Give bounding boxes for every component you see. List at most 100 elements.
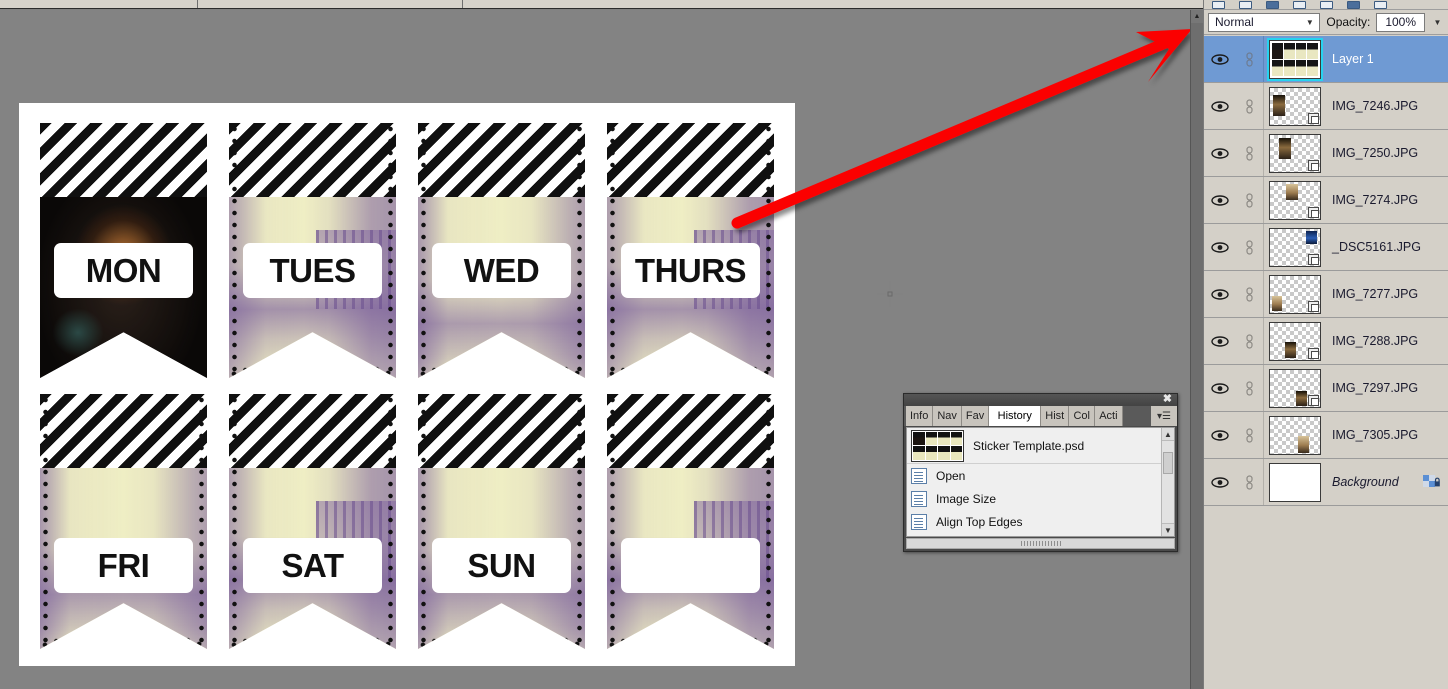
chevron-down-icon[interactable]: ▼	[1302, 14, 1317, 31]
layer-visibility-toggle[interactable]	[1204, 429, 1236, 441]
scroll-up-icon[interactable]: ▲	[1191, 10, 1203, 23]
layer-link-toggle[interactable]	[1236, 177, 1264, 223]
history-state-open[interactable]: Open	[907, 464, 1174, 487]
layer-thumbnail-cell[interactable]	[1264, 86, 1326, 126]
layer-name-cell[interactable]: _DSC5161.JPG	[1326, 240, 1421, 254]
layer-row[interactable]: IMG_7288.JPG	[1204, 318, 1448, 365]
layer-link-toggle[interactable]	[1236, 83, 1264, 129]
canvas-vertical-scrollbar[interactable]: ▲	[1190, 10, 1203, 689]
close-icon[interactable]: ✖	[1163, 393, 1172, 405]
layer-link-toggle[interactable]	[1236, 318, 1264, 364]
layer-row[interactable]: IMG_7305.JPG	[1204, 412, 1448, 459]
sticker-card-sun[interactable]: SUN	[412, 388, 591, 651]
layer-link-toggle[interactable]	[1236, 459, 1264, 505]
scroll-down-icon[interactable]: ▼	[1162, 523, 1174, 536]
palette-title-bar[interactable]: ✖	[904, 393, 1177, 406]
layer-row[interactable]: Background	[1204, 459, 1448, 506]
layer-visibility-toggle[interactable]	[1204, 382, 1236, 394]
sticker-card-blank[interactable]	[601, 388, 780, 651]
document-tab-2[interactable]	[198, 0, 463, 8]
sticker-card-thurs[interactable]: THURS	[601, 117, 780, 380]
layer-visibility-toggle[interactable]	[1204, 100, 1236, 112]
layer-visibility-toggle[interactable]	[1204, 147, 1236, 159]
layer-name-cell[interactable]: IMG_7305.JPG	[1326, 428, 1418, 442]
canvas-work-area[interactable]: MON TUES WED THURS FRI SAT SUN ✖ Info Na…	[0, 10, 1190, 689]
history-palette[interactable]: ✖ Info Nav Fav History Hist Col Acti ▾☰	[903, 393, 1178, 552]
history-state-align-top-edges[interactable]: Align Top Edges	[907, 510, 1174, 533]
sticker-card-fri[interactable]: FRI	[34, 388, 213, 651]
layer-thumbnail-cell[interactable]	[1264, 368, 1326, 408]
download-icon[interactable]	[1266, 0, 1279, 9]
layer-row[interactable]: IMG_7297.JPG	[1204, 365, 1448, 412]
layer-link-toggle[interactable]	[1236, 271, 1264, 317]
scroll-up-icon[interactable]: ▲	[1162, 428, 1174, 441]
new-document-icon[interactable]	[1212, 0, 1225, 9]
browse-icon[interactable]	[1320, 0, 1333, 9]
layer-name-cell[interactable]: IMG_7288.JPG	[1326, 334, 1418, 348]
layer-row[interactable]: _DSC5161.JPG	[1204, 224, 1448, 271]
history-state-image-size[interactable]: Image Size	[907, 487, 1174, 510]
layer-name-cell[interactable]: IMG_7274.JPG	[1326, 193, 1418, 207]
history-scrollbar[interactable]: ▲ ▼	[1161, 428, 1174, 536]
layer-thumbnail-cell[interactable]	[1264, 321, 1326, 361]
document-tab-1[interactable]	[0, 0, 198, 8]
tab-color[interactable]: Col	[1069, 406, 1096, 426]
sticker-card-sat[interactable]: SAT	[223, 388, 402, 651]
layer-thumbnail-cell[interactable]	[1264, 227, 1326, 267]
layer-link-toggle[interactable]	[1236, 36, 1264, 82]
layer-visibility-toggle[interactable]	[1204, 476, 1236, 488]
layer-name-cell[interactable]: Background	[1326, 475, 1414, 489]
layer-thumbnail-cell[interactable]	[1264, 133, 1326, 173]
layer-name-cell[interactable]: Layer 1	[1326, 52, 1414, 66]
opacity-chevron-down-icon[interactable]: ▼	[1431, 13, 1444, 32]
layer-visibility-toggle[interactable]	[1204, 288, 1236, 300]
layer-row[interactable]: Layer 1	[1204, 36, 1448, 83]
layer-name-cell[interactable]: IMG_7277.JPG	[1326, 287, 1418, 301]
layer-link-toggle[interactable]	[1236, 130, 1264, 176]
blend-mode-select[interactable]: Normal ▼	[1208, 12, 1321, 32]
layer-row[interactable]: IMG_7274.JPG	[1204, 177, 1448, 224]
layer-link-toggle[interactable]	[1236, 365, 1264, 411]
history-list[interactable]: Sticker Template.psd Open Image Size Ali…	[906, 427, 1175, 537]
resize-grip[interactable]	[1020, 541, 1061, 546]
sticker-card-tues[interactable]: TUES	[223, 117, 402, 380]
layer-link-toggle[interactable]	[1236, 224, 1264, 270]
tab-hist[interactable]: Hist	[1041, 406, 1070, 426]
tab-nav[interactable]: Nav	[933, 406, 962, 426]
layer-name-cell[interactable]: IMG_7250.JPG	[1326, 146, 1418, 160]
layer-name-cell[interactable]: IMG_7246.JPG	[1326, 99, 1418, 113]
layer-row[interactable]: IMG_7277.JPG	[1204, 271, 1448, 318]
sticker-card-mon[interactable]: MON	[34, 117, 213, 380]
layer-thumbnail-cell[interactable]	[1264, 37, 1326, 81]
layers-panel[interactable]: Normal ▼ Opacity: 100% ▼ Layer 1 IMG_724…	[1203, 0, 1448, 689]
layer-visibility-toggle[interactable]	[1204, 53, 1236, 65]
document-page[interactable]: MON TUES WED THURS FRI SAT SUN	[19, 103, 795, 666]
layer-thumbnail-cell[interactable]	[1264, 462, 1326, 502]
save-icon[interactable]	[1347, 0, 1360, 9]
layer-row[interactable]: IMG_7250.JPG	[1204, 130, 1448, 177]
print-icon[interactable]	[1293, 0, 1306, 9]
sticker-card-wed[interactable]: WED	[412, 117, 591, 380]
open-folder-icon[interactable]	[1239, 0, 1252, 9]
tab-history[interactable]: History	[989, 406, 1042, 426]
layer-row[interactable]: IMG_7246.JPG	[1204, 83, 1448, 130]
layer-list[interactable]: Layer 1 IMG_7246.JPG IMG_7250.JPG IMG_72…	[1204, 36, 1448, 689]
panel-menu-icon[interactable]: ▾☰	[1151, 406, 1177, 426]
layer-thumbnail-cell[interactable]	[1264, 180, 1326, 220]
opacity-input[interactable]: 100%	[1376, 12, 1425, 32]
tab-fav[interactable]: Fav	[961, 406, 990, 426]
tab-info[interactable]: Info	[906, 406, 934, 426]
history-snapshot-row[interactable]: Sticker Template.psd	[907, 428, 1174, 464]
layer-visibility-toggle[interactable]	[1204, 241, 1236, 253]
tab-actions[interactable]: Acti	[1095, 406, 1123, 426]
layer-thumbnail-cell[interactable]	[1264, 274, 1326, 314]
layer-link-toggle[interactable]	[1236, 412, 1264, 458]
grid-icon[interactable]	[1374, 0, 1387, 9]
layer-name-cell[interactable]: IMG_7297.JPG	[1326, 381, 1418, 395]
palette-resize-footer[interactable]	[906, 538, 1175, 549]
layer-thumbnail-cell[interactable]	[1264, 415, 1326, 455]
scrollbar-thumb[interactable]	[1163, 452, 1173, 474]
layer-visibility-toggle[interactable]	[1204, 194, 1236, 206]
layer-visibility-toggle[interactable]	[1204, 335, 1236, 347]
document-tab-3[interactable]	[463, 0, 1203, 8]
